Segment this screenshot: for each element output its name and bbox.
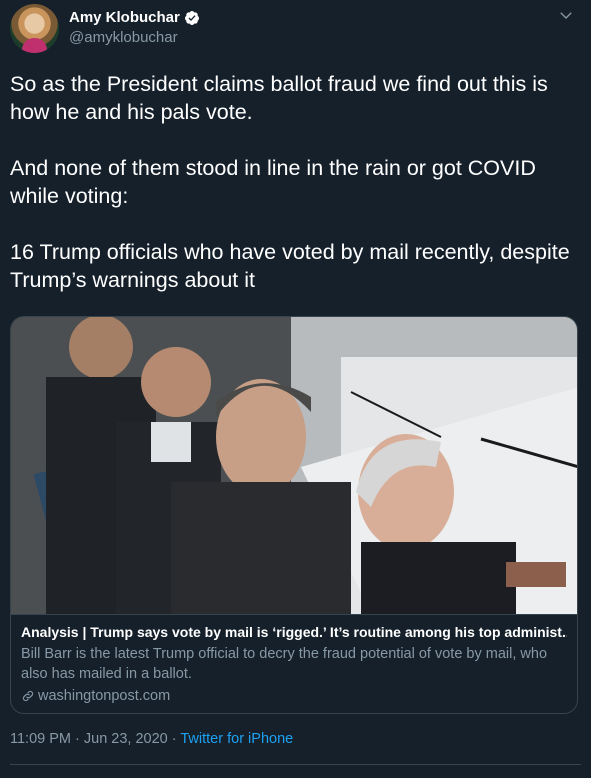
divider <box>10 764 581 765</box>
tweet-text: So as the President claims ballot fraud … <box>10 72 570 292</box>
card-body[interactable]: Analysis | Trump says vote by mail is ‘r… <box>11 614 577 706</box>
tweet: Amy Klobuchar @amyklobuchar So as the Pr… <box>0 0 591 778</box>
meta-separator-2: · <box>167 731 181 747</box>
link-card[interactable]: Analysis | Trump says vote by mail is ‘r… <box>10 316 578 714</box>
verified-badge-icon <box>184 10 199 25</box>
card-photo-illustration <box>11 317 577 614</box>
tweet-meta: 11:09 PM · Jun 23, 2020 · Twitter for iP… <box>10 731 293 747</box>
tweet-date[interactable]: Jun 23, 2020 <box>84 731 168 747</box>
avatar-shirt <box>22 38 47 53</box>
card-domain-row: washingtonpost.com <box>21 686 567 706</box>
card-title[interactable]: Analysis | Trump says vote by mail is ‘r… <box>21 623 567 642</box>
author-name-row: Amy Klobuchar <box>69 9 200 26</box>
card-description: Bill Barr is the latest Trump official t… <box>21 646 548 682</box>
tweet-time[interactable]: 11:09 PM <box>10 731 71 747</box>
author-display-name[interactable]: Amy Klobuchar <box>69 9 180 26</box>
author-handle[interactable]: @amyklobuchar <box>69 29 178 46</box>
tweet-source[interactable]: Twitter for iPhone <box>180 731 293 747</box>
meta-separator: · <box>71 731 84 747</box>
card-image[interactable] <box>11 317 577 614</box>
link-icon <box>22 690 34 702</box>
avatar[interactable] <box>10 4 59 53</box>
chevron-down-icon[interactable] <box>557 6 575 24</box>
card-domain: washingtonpost.com <box>38 688 171 704</box>
